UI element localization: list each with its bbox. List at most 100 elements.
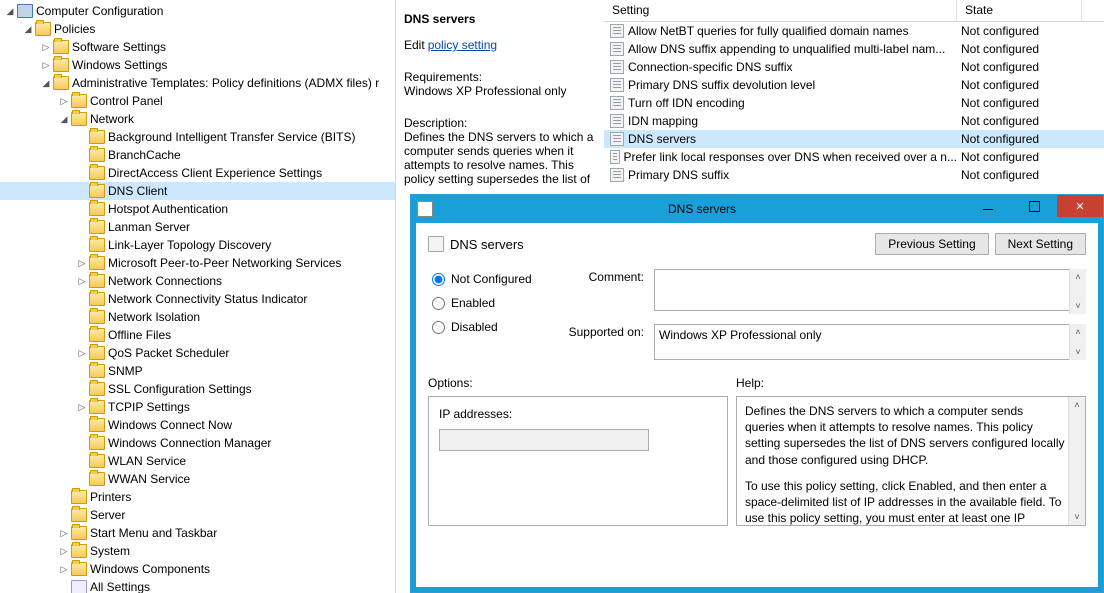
close-button[interactable]	[1057, 195, 1103, 217]
tree-network-child[interactable]: Link-Layer Topology Discovery	[0, 236, 395, 254]
radio-enabled[interactable]: Enabled	[428, 293, 548, 313]
setting-icon	[610, 24, 624, 38]
tree-network-child[interactable]: WWAN Service	[0, 470, 395, 488]
tree-network-child[interactable]: WLAN Service	[0, 452, 395, 470]
expand-icon[interactable]: ▷	[40, 59, 52, 71]
collapse-icon[interactable]: ◢	[22, 23, 34, 35]
tree-all-settings[interactable]: All Settings	[0, 578, 395, 593]
tree-windows-components[interactable]: ▷ Windows Components	[0, 560, 395, 578]
tree-network-child[interactable]: ▷Network Connections	[0, 272, 395, 290]
tree-network-child[interactable]: ▷Microsoft Peer-to-Peer Networking Servi…	[0, 254, 395, 272]
col-state[interactable]: State	[957, 0, 1082, 21]
expand-icon[interactable]: ▷	[58, 95, 70, 107]
radio-disabled-input[interactable]	[432, 321, 445, 334]
collapse-icon[interactable]: ◢	[40, 77, 52, 89]
help-label: Help:	[736, 376, 1086, 390]
grid-row[interactable]: Turn off IDN encodingNot configured	[604, 94, 1104, 112]
grid-row[interactable]: Primary DNS suffixNot configured	[604, 166, 1104, 184]
grid-row[interactable]: Primary DNS suffix devolution levelNot c…	[604, 76, 1104, 94]
tree-network-child[interactable]: Windows Connection Manager	[0, 434, 395, 452]
folder-icon	[89, 130, 105, 144]
col-setting[interactable]: Setting	[604, 0, 957, 21]
grid-row[interactable]: Allow NetBT queries for fully qualified …	[604, 22, 1104, 40]
expand-icon[interactable]: ▷	[58, 527, 70, 539]
scrollbar[interactable]: ˄˅	[1069, 324, 1086, 360]
folder-icon	[89, 328, 105, 342]
grid-row[interactable]: Prefer link local responses over DNS whe…	[604, 148, 1104, 166]
folder-icon	[71, 508, 87, 522]
scrollbar[interactable]: ˄˅	[1069, 269, 1086, 314]
tree-admin-templates[interactable]: ◢ Administrative Templates: Policy defin…	[0, 74, 395, 92]
description-header: Description:	[404, 116, 596, 130]
tree-network-child[interactable]: ▷QoS Packet Scheduler	[0, 344, 395, 362]
expand-icon[interactable]: ▷	[76, 347, 88, 359]
tree-network-child[interactable]: SNMP	[0, 362, 395, 380]
folder-icon	[35, 22, 51, 36]
tree-network-child[interactable]: SSL Configuration Settings	[0, 380, 395, 398]
tree-network-child[interactable]: Network Connectivity Status Indicator	[0, 290, 395, 308]
tree-network-child[interactable]: Hotspot Authentication	[0, 200, 395, 218]
tree-network-child[interactable]: BranchCache	[0, 146, 395, 164]
radio-not-configured-input[interactable]	[432, 273, 445, 286]
edit-policy-link[interactable]: policy setting	[428, 38, 497, 52]
expand-icon[interactable]: ▷	[40, 41, 52, 53]
tree-network-child[interactable]: ▷TCPIP Settings	[0, 398, 395, 416]
minimize-button[interactable]	[965, 195, 1011, 217]
grid-row[interactable]: Allow DNS suffix appending to unqualifie…	[604, 40, 1104, 58]
tree-network-child[interactable]: Offline Files	[0, 326, 395, 344]
expand-icon[interactable]: ▷	[76, 401, 88, 413]
previous-setting-button[interactable]: Previous Setting	[875, 233, 988, 255]
tree-network-child[interactable]: Network Isolation	[0, 308, 395, 326]
collapse-icon[interactable]: ◢	[58, 113, 70, 125]
expand-icon[interactable]: ▷	[58, 563, 70, 575]
tree-windows-settings[interactable]: ▷ Windows Settings	[0, 56, 395, 74]
tree-software-settings[interactable]: ▷ Software Settings	[0, 38, 395, 56]
policy-heading: DNS servers	[450, 237, 875, 252]
folder-icon	[89, 274, 105, 288]
tree-network-child[interactable]: DNS Client	[0, 182, 395, 200]
comment-input[interactable]	[654, 269, 1086, 311]
tree-system[interactable]: ▷ System	[0, 542, 395, 560]
tree-network[interactable]: ◢ Network	[0, 110, 395, 128]
setting-icon	[610, 150, 620, 164]
tree-network-child[interactable]: Windows Connect Now	[0, 416, 395, 434]
tree-network-child[interactable]: Background Intelligent Transfer Service …	[0, 128, 395, 146]
supported-on-text: Windows XP Professional only	[654, 324, 1086, 360]
policy-icon	[428, 236, 444, 252]
scrollbar[interactable]: ˄˅	[1068, 397, 1085, 525]
grid-row[interactable]: DNS serversNot configured	[604, 130, 1104, 148]
radio-not-configured[interactable]: Not Configured	[428, 269, 548, 289]
comment-label: Comment:	[558, 269, 654, 314]
next-setting-button[interactable]: Next Setting	[995, 233, 1086, 255]
options-label: Options:	[428, 376, 728, 390]
help-box: Defines the DNS servers to which a compu…	[736, 396, 1086, 526]
dialog-icon	[417, 201, 433, 217]
collapse-icon[interactable]: ◢	[4, 5, 16, 17]
grid-row[interactable]: IDN mappingNot configured	[604, 112, 1104, 130]
radio-enabled-input[interactable]	[432, 297, 445, 310]
dialog-titlebar[interactable]: DNS servers	[411, 195, 1103, 223]
policy-dialog: DNS servers DNS servers Previous Setting…	[410, 194, 1104, 593]
tree-startmenu[interactable]: ▷ Start Menu and Taskbar	[0, 524, 395, 542]
tree-printers[interactable]: Printers	[0, 488, 395, 506]
tree-network-child[interactable]: DirectAccess Client Experience Settings	[0, 164, 395, 182]
folder-icon	[89, 346, 105, 360]
expand-icon[interactable]: ▷	[76, 257, 88, 269]
folder-icon	[53, 40, 69, 54]
folder-icon	[71, 490, 87, 504]
expand-icon[interactable]: ▷	[58, 545, 70, 557]
radio-disabled[interactable]: Disabled	[428, 317, 548, 337]
computer-icon	[17, 4, 33, 18]
grid-row[interactable]: Connection-specific DNS suffixNot config…	[604, 58, 1104, 76]
tree-control-panel[interactable]: ▷ Control Panel	[0, 92, 395, 110]
tree-policies[interactable]: ◢ Policies	[0, 20, 395, 38]
ip-addresses-input[interactable]	[439, 429, 649, 451]
tree-computer-configuration[interactable]: ◢ Computer Configuration	[0, 2, 395, 20]
tree-server[interactable]: Server	[0, 506, 395, 524]
expand-icon[interactable]: ▷	[76, 275, 88, 287]
folder-icon	[89, 418, 105, 432]
maximize-button[interactable]	[1011, 195, 1057, 217]
tree-panel: ◢ Computer Configuration ◢ Policies ▷ So…	[0, 0, 395, 593]
dialog-title: DNS servers	[439, 202, 965, 216]
tree-network-child[interactable]: Lanman Server	[0, 218, 395, 236]
